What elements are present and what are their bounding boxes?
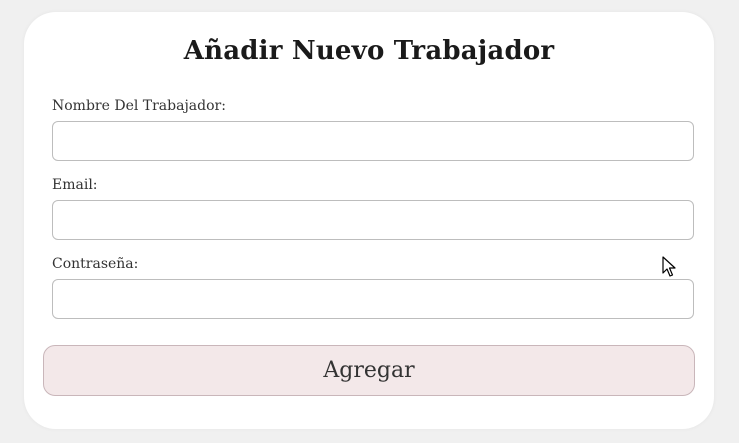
page-title: Añadir Nuevo Trabajador <box>183 36 555 66</box>
password-label: Contraseña: <box>52 256 139 272</box>
worker-name-input[interactable] <box>52 121 694 161</box>
worker-name-label: Nombre Del Trabajador: <box>52 98 226 114</box>
mouse-pointer-icon <box>662 256 676 277</box>
email-label: Email: <box>52 177 98 193</box>
add-button[interactable]: Agregar <box>43 345 695 396</box>
email-input[interactable] <box>52 200 694 240</box>
add-worker-card: Añadir Nuevo Trabajador Nombre Del Traba… <box>24 12 714 429</box>
password-input[interactable] <box>52 279 694 319</box>
